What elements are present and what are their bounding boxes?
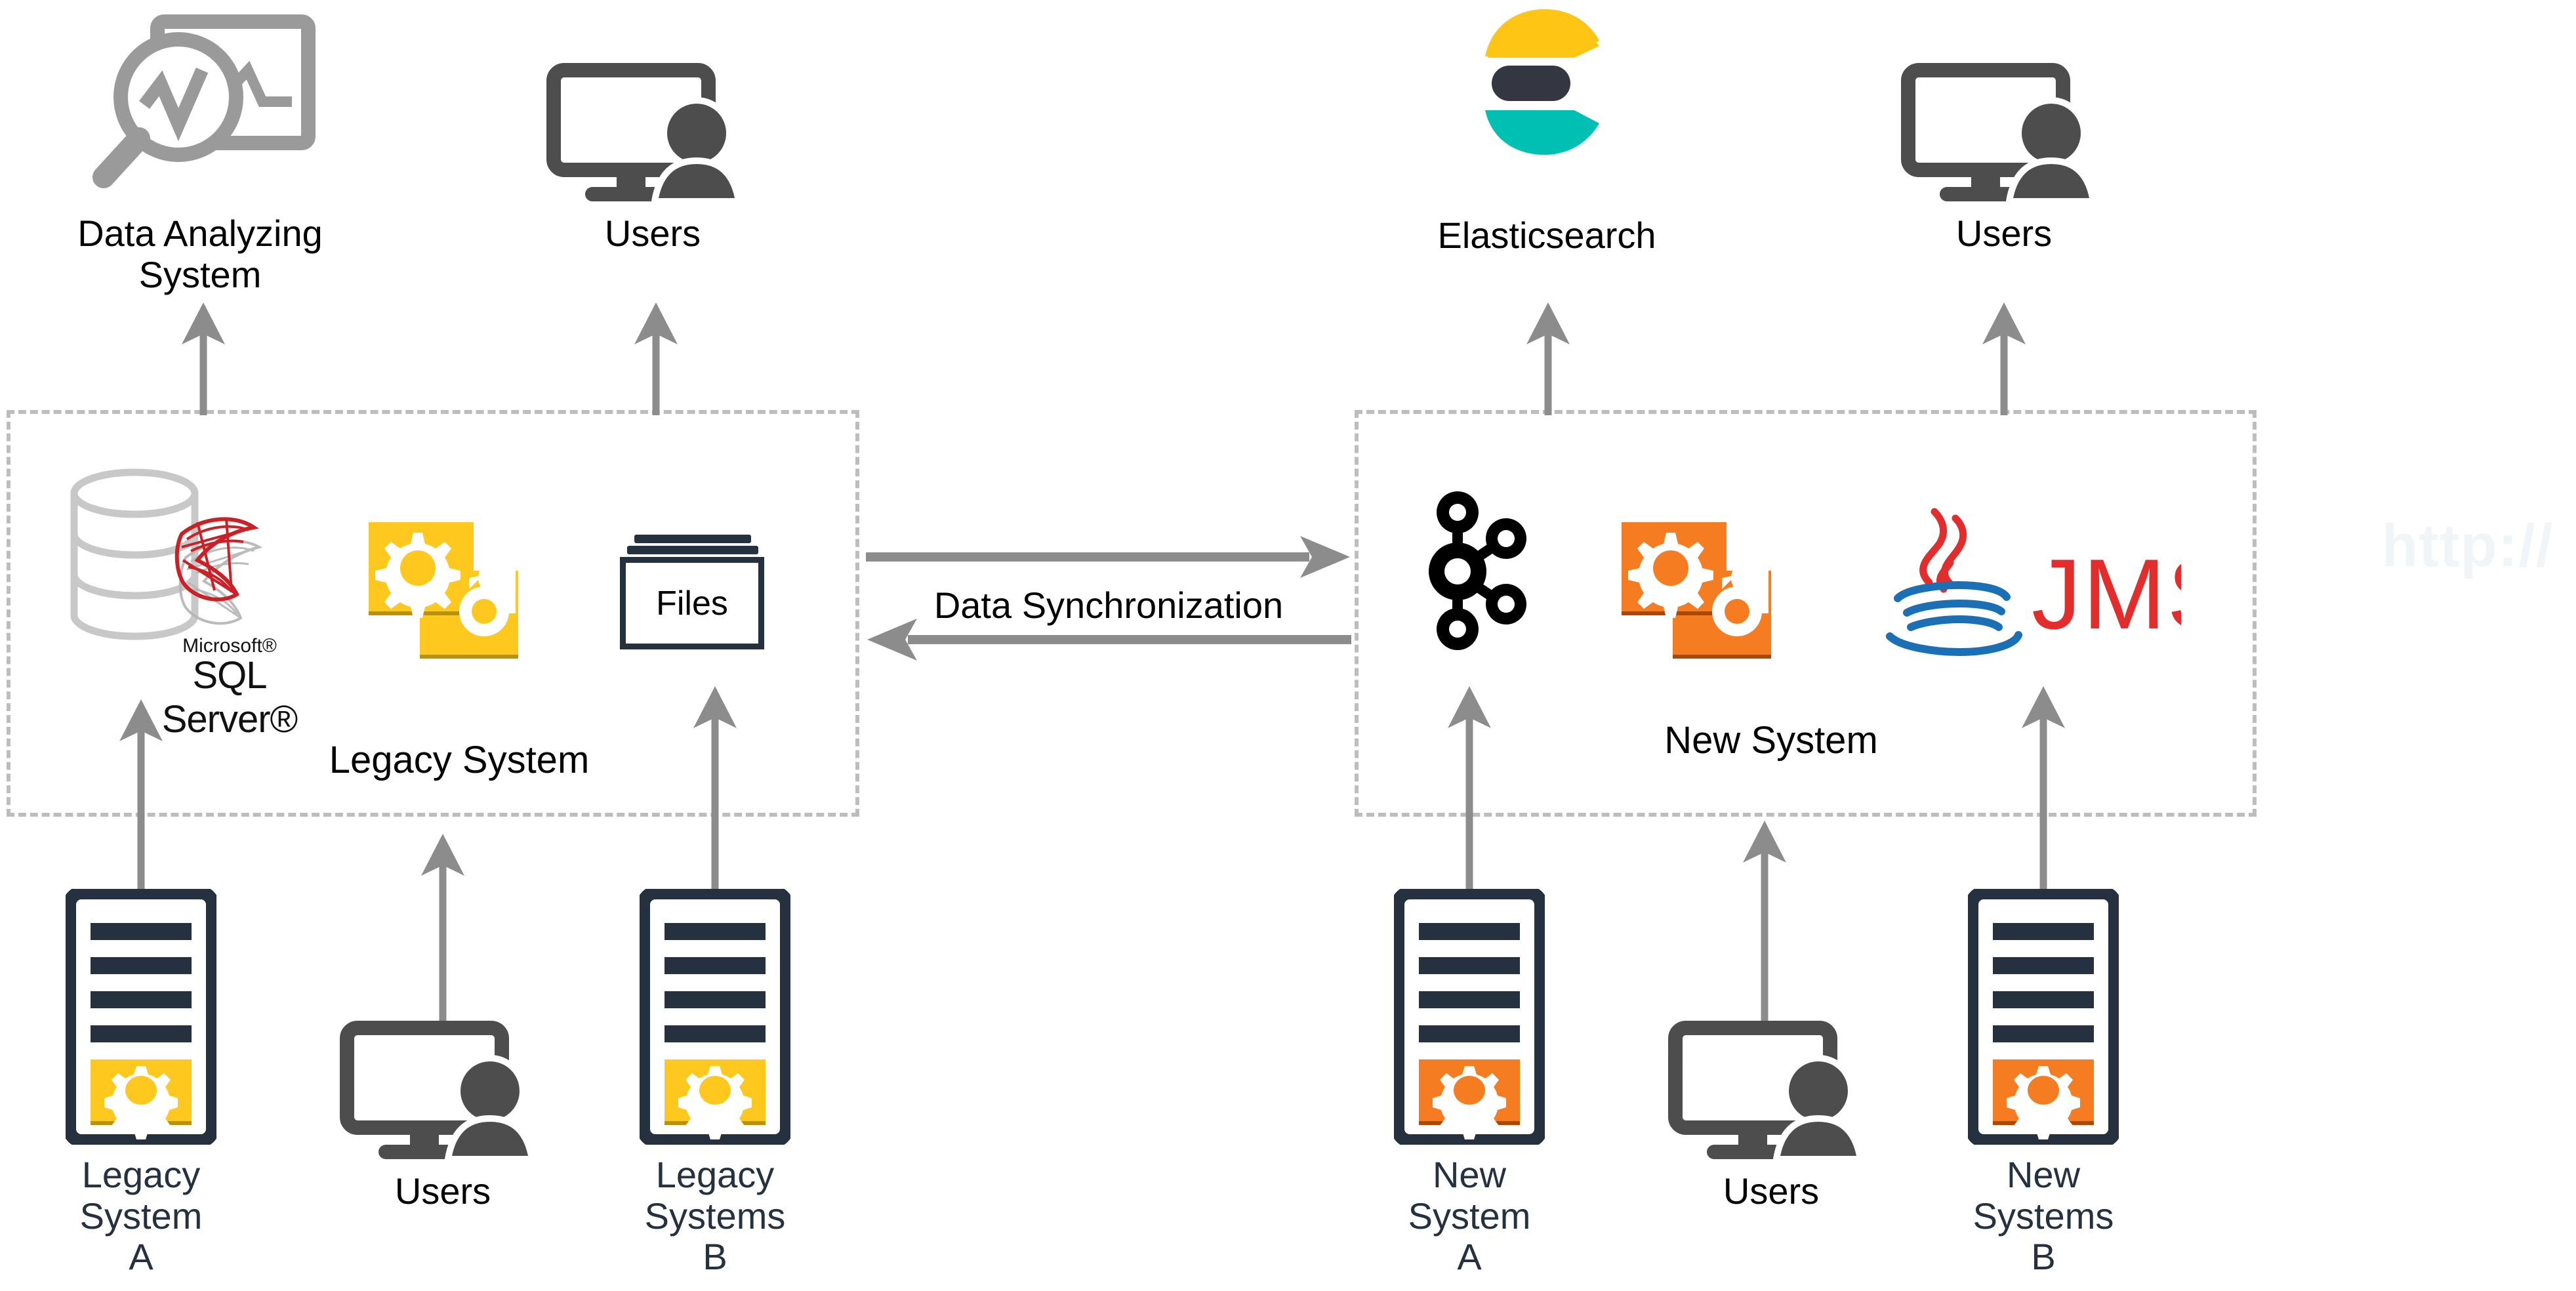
files-node: Files — [620, 535, 764, 649]
files-box: Files — [620, 557, 764, 649]
server-tower-icon — [637, 886, 793, 1147]
files-top-sheet-2 — [627, 546, 758, 554]
legacy-top-users-node — [544, 62, 754, 205]
gear-pair-icon — [369, 522, 518, 659]
files-top-sheet-1 — [634, 535, 751, 543]
elasticsearch-label: Elasticsearch — [1437, 215, 1656, 256]
server-tower-icon — [1391, 886, 1547, 1147]
monitor-user-icon — [340, 1021, 536, 1162]
arrow-legacy-users-to-zone — [421, 834, 464, 1032]
legacy-system-a-label: Legacy System A — [79, 1154, 203, 1278]
legacy-systems-b-node — [637, 886, 793, 1147]
svg-text:JMS: JMS — [2032, 539, 2181, 650]
sql-server-text: SQL Server® — [161, 654, 298, 741]
jms-node: JMS — [1866, 505, 2234, 657]
arrow-to-data-analyzing-system — [182, 302, 225, 415]
sql-server-product-label: SQL Server® — [121, 653, 338, 741]
legacy-zone-label: Legacy System — [329, 739, 590, 781]
legacy-system-a-node — [63, 886, 219, 1147]
magnifier-chart-icon — [92, 14, 316, 188]
new-gears-node — [1615, 518, 1779, 663]
new-systems-b-node — [1965, 886, 2121, 1147]
watermark-text: http:// — [2381, 512, 2554, 579]
server-tower-icon — [63, 886, 219, 1147]
new-bottom-users-node — [1666, 1020, 1876, 1162]
kafka-node — [1417, 489, 1542, 653]
legacy-bottom-users-label: Users — [394, 1170, 491, 1212]
data-synchronization-label: Data Synchronization — [933, 584, 1284, 626]
gear-pair-icon — [1622, 522, 1771, 659]
new-top-users-node — [1899, 62, 2109, 205]
kafka-logo-icon — [1429, 491, 1526, 650]
legacy-systems-b-label: Legacy Systems B — [644, 1154, 786, 1278]
monitor-user-icon — [546, 63, 743, 205]
new-system-a-label: New System A — [1408, 1154, 1531, 1278]
new-system-a-node — [1391, 886, 1547, 1147]
legacy-top-users-label: Users — [604, 213, 701, 254]
arrow-new-users-to-zone — [1743, 821, 1786, 1032]
server-tower-icon — [1965, 886, 2121, 1147]
arrow-to-elasticsearch — [1526, 302, 1570, 415]
elasticsearch-node — [1476, 5, 1614, 156]
data-analyzing-system-label: Data Analyzing System — [77, 213, 323, 295]
legacy-gears-node — [362, 518, 526, 663]
files-label: Files — [656, 584, 728, 623]
new-bottom-users-label: Users — [1723, 1170, 1820, 1212]
monitor-user-icon — [1901, 63, 2097, 205]
new-top-users-label: Users — [1955, 213, 2053, 254]
database-cylinder-icon — [70, 468, 263, 640]
new-systems-b-label: New Systems B — [1973, 1154, 2114, 1278]
data-analyzing-system-node — [79, 10, 321, 207]
legacy-bottom-users-node — [338, 1020, 548, 1162]
arrow-to-new-top-users — [1982, 302, 2026, 415]
java-jms-logo-icon: JMS — [1886, 508, 2234, 657]
arrow-to-legacy-top-users — [634, 302, 678, 415]
monitor-user-icon — [1668, 1021, 1864, 1162]
sql-server-node — [62, 466, 279, 663]
elasticsearch-logo-icon — [1485, 9, 1599, 155]
architecture-diagram: http:// Legacy System New System Data An… — [0, 0, 2576, 1291]
new-zone-label: New System — [1664, 719, 1878, 762]
